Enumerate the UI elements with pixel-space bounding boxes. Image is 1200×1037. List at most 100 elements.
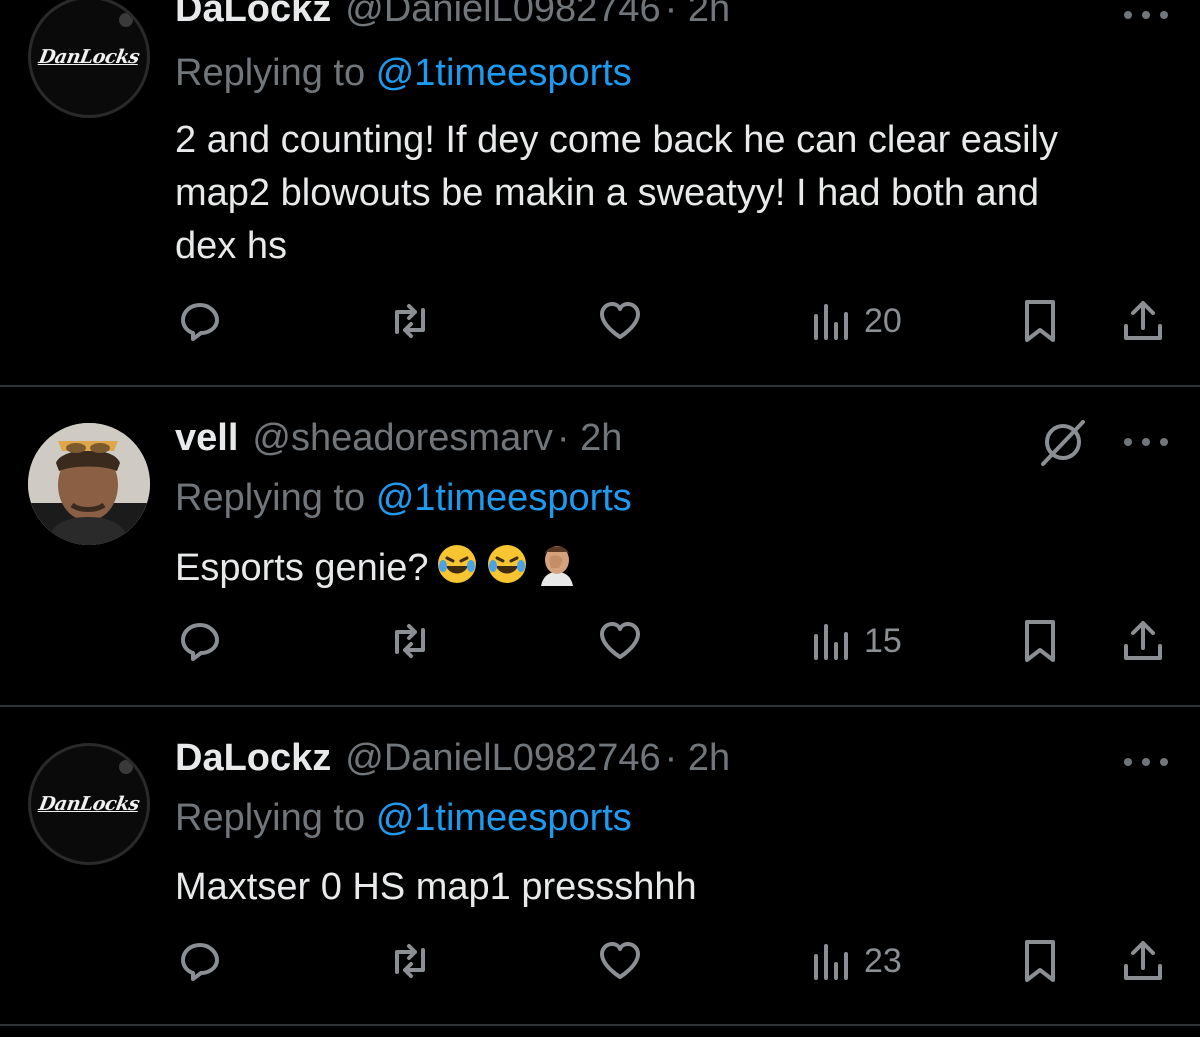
mention-link[interactable]: @1timeesports [376,477,632,519]
tweet-header: DaLockz @DanielL0982746 · 2h [175,0,730,31]
reply-feed: DanLocks DaLockz @DanielL0982746 · 2h Re… [0,0,1200,1037]
user-handle[interactable]: @DanielL0982746 [345,0,660,31]
display-name[interactable]: DaLockz [175,737,331,780]
mention-link[interactable]: @1timeesports [376,797,632,839]
rolling-laughing-emoji-icon [437,545,476,583]
heart-icon [600,302,640,339]
tweet-text: Maxtser 0 HS map1 pressshhh [175,861,1175,914]
retweet-icon [395,624,425,658]
reply-icon [181,623,219,661]
reply-button[interactable] [175,296,225,346]
replying-to: Replying to @1timeesports [175,52,632,95]
retweet-button[interactable] [385,936,435,986]
bookmark-icon [1025,620,1055,662]
tweet-text-content: Maxtser 0 HS map1 pressshhh [175,866,697,908]
share-button[interactable] [1118,936,1168,986]
share-button[interactable] [1118,296,1168,346]
reply-icon [181,303,219,341]
avatar-ring-dot [119,760,133,774]
danlocks-logo-icon: DanLocks [37,46,141,68]
avatar[interactable] [28,423,150,545]
dot-icon [1124,11,1132,19]
heart-icon [600,622,640,659]
reply-icon [181,943,219,981]
timestamp[interactable]: · 2h [665,0,730,31]
bookmark-icon [1025,940,1055,982]
tweet-reply[interactable]: DanLocks DaLockz @DanielL0982746 · 2h Re… [0,0,1200,386]
view-count: 23 [864,941,902,980]
dot-icon [1160,758,1168,766]
tweet-text-line: 2 and counting! If dey come back he can … [175,119,1058,161]
views-button[interactable]: 15 [808,616,902,666]
action-bar: 15 [175,616,1175,666]
avatar[interactable]: DanLocks [28,0,150,118]
timestamp[interactable]: · 2h [665,737,730,780]
replying-to-label: Replying to [175,477,366,519]
display-name[interactable]: DaLockz [175,0,331,31]
replying-to-label: Replying to [175,52,366,94]
share-icon [1124,621,1162,660]
views-icon [814,944,848,980]
reply-button[interactable] [175,936,225,986]
tweet-reply[interactable]: DanLocks DaLockz @DanielL0982746 · 2h Re… [0,707,1200,1025]
retweet-icon [395,944,425,978]
dot-icon [1142,758,1150,766]
more-options-button[interactable] [1124,437,1168,447]
mention-link[interactable]: @1timeesports [376,52,632,94]
tweet-reply[interactable]: vell @sheadoresmarv · 2h Replying to @1t… [0,387,1200,705]
retweet-button[interactable] [385,616,435,666]
share-icon [1124,301,1162,340]
dot-icon [1124,438,1132,446]
views-icon [814,304,848,340]
avatar[interactable]: DanLocks [28,743,150,865]
tweet-text-line: map2 blowouts be makin a sweatyy! I had … [175,172,1039,214]
bookmark-button[interactable] [1015,296,1065,346]
view-count: 20 [864,301,902,340]
tweet-text: Esports genie? [175,542,1175,595]
replying-to: Replying to @1timeesports [175,797,632,840]
more-options-button[interactable] [1124,10,1168,20]
tweet-text-line: dex hs [175,225,287,267]
timestamp[interactable]: · 2h [557,417,622,460]
retweet-button[interactable] [385,296,435,346]
heart-icon [600,942,640,979]
like-button[interactable] [595,936,645,986]
grok-icon[interactable] [1038,417,1088,467]
retweet-icon [395,304,425,338]
reply-button[interactable] [175,616,225,666]
like-button[interactable] [595,296,645,346]
facepalm-emoji-icon [540,546,573,586]
dot-icon [1160,438,1168,446]
user-handle[interactable]: @DanielL0982746 [345,737,660,780]
like-button[interactable] [595,616,645,666]
share-icon [1124,941,1162,980]
views-button[interactable]: 20 [808,296,902,346]
danlocks-logo-icon: DanLocks [37,793,141,815]
user-handle[interactable]: @sheadoresmarv [252,417,552,460]
tweet-text-content: Esports genie? [175,547,429,589]
bookmark-icon [1025,300,1055,342]
action-bar: 20 [175,296,1175,346]
divider [0,1024,1200,1026]
tweet-text: 2 and counting! If dey come back he can … [175,114,1175,273]
dot-icon [1142,11,1150,19]
dot-icon [1160,11,1168,19]
rolling-laughing-emoji-icon [487,545,526,583]
action-bar: 23 [175,936,1175,986]
dot-icon [1142,438,1150,446]
user-photo-icon [28,423,150,545]
avatar-ring-dot [119,13,133,27]
tweet-header: vell @sheadoresmarv · 2h [175,417,622,460]
dot-icon [1124,758,1132,766]
views-icon [814,624,848,660]
replying-to-label: Replying to [175,797,366,839]
more-options-button[interactable] [1124,757,1168,767]
replying-to: Replying to @1timeesports [175,477,632,520]
bookmark-button[interactable] [1015,616,1065,666]
views-button[interactable]: 23 [808,936,902,986]
display-name[interactable]: vell [175,417,238,460]
tweet-header: DaLockz @DanielL0982746 · 2h [175,737,730,780]
share-button[interactable] [1118,616,1168,666]
view-count: 15 [864,621,902,660]
bookmark-button[interactable] [1015,936,1065,986]
